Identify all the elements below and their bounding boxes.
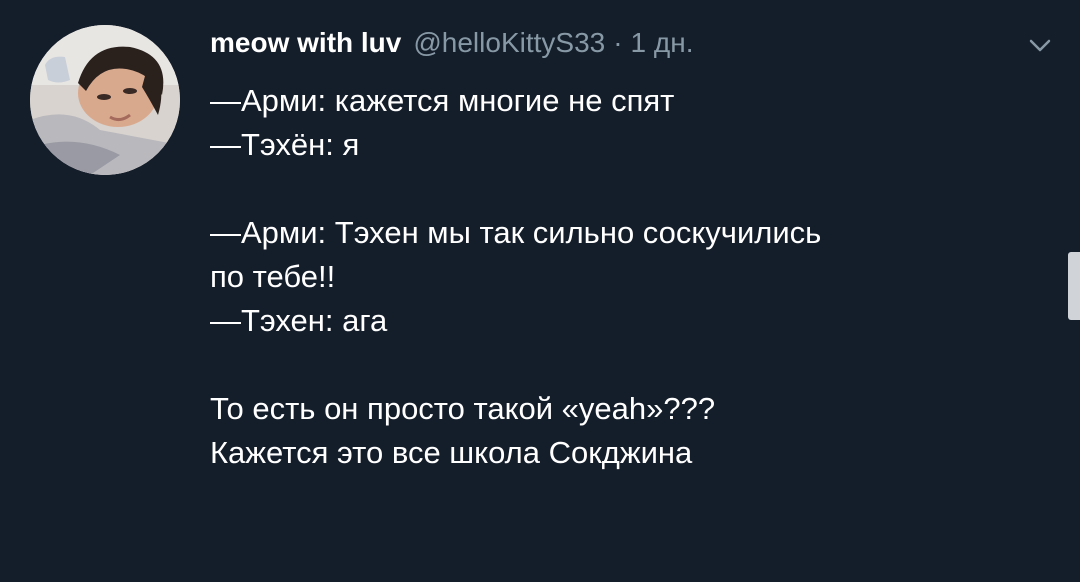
chevron-down-icon[interactable] [1026,36,1054,56]
tweet-line: То есть он просто такой «yeah»??? [210,391,716,426]
tweet-text: —Арми: кажется многие не спят —Тэхён: я … [210,79,1060,475]
tweet-card[interactable]: meow with luv @helloKittyS33 · 1 дн. —Ар… [0,0,1080,582]
tweet-line: —Тэхен: ага [210,303,388,338]
avatar[interactable] [30,25,180,175]
tweet-line: Кажется это все школа Сокджина [210,435,693,470]
tweet-line: по тебе!! [210,259,336,294]
tweet-line: —Арми: Тэхен мы так сильно соскучились [210,215,822,250]
display-name[interactable]: meow with luv [210,27,401,59]
tweet-line: —Тэхён: я [210,127,360,162]
timestamp[interactable]: 1 дн. [631,27,694,59]
tweet-line: —Арми: кажется многие не спят [210,83,675,118]
avatar-photo [30,25,180,175]
user-handle[interactable]: @helloKittyS33 [413,27,605,59]
separator-dot: · [613,27,623,58]
scrollbar-thumb[interactable] [1068,252,1080,320]
tweet-header: meow with luv @helloKittyS33 · 1 дн. [210,27,693,63]
